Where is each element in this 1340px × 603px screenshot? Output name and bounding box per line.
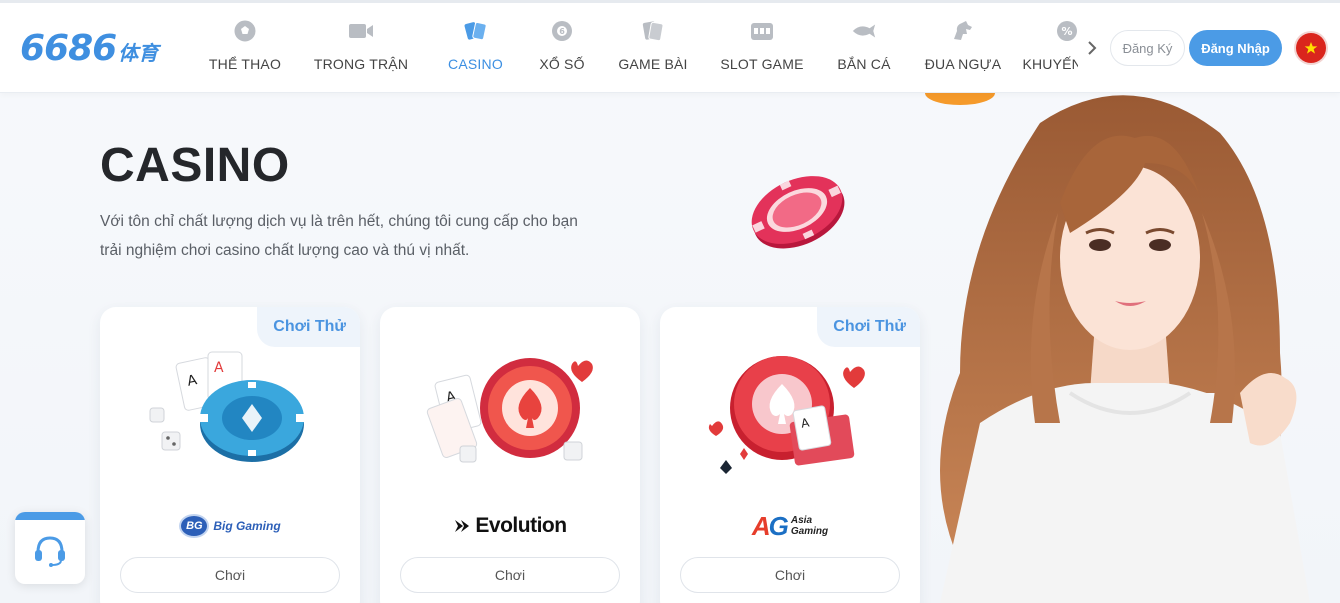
video-camera-icon — [348, 18, 374, 44]
card-game-icon — [640, 18, 666, 44]
page-description: Với tôn chỉ chất lượng dịch vụ là trên h… — [100, 213, 578, 259]
nav-label: GAME BÀI — [618, 56, 688, 72]
playing-cards-icon — [463, 18, 489, 44]
provider-card-asia-gaming[interactable]: Chơi Thử A AG Asia Gaming Chơi — [660, 307, 920, 603]
nav-item-game-bai[interactable]: GAME BÀI — [601, 0, 705, 93]
ag-chip-cards-illustration: A — [708, 356, 865, 474]
provider-name: Evolution — [475, 514, 567, 537]
nav-item-khuyen-mai[interactable]: % KHUYẾN MÃI — [1017, 0, 1078, 93]
nav-label: CASINO — [448, 56, 503, 72]
nav-label: ĐUA NGỰA — [924, 56, 1002, 72]
slot-machine-icon — [749, 18, 775, 44]
nav-label: SLOT GAME — [720, 56, 804, 72]
svg-text:6: 6 — [559, 27, 565, 36]
promotion-icon: % — [1054, 18, 1078, 44]
top-header: 6686 体育 THỂ THAO TRONG TRẬN CASINO 6 XỔ … — [0, 0, 1340, 93]
support-chat-widget[interactable] — [15, 512, 85, 584]
nav-item-slot-game[interactable]: SLOT GAME — [705, 0, 819, 93]
blue-chip-cards-illustration: A A — [149, 351, 304, 462]
nav-label: THỂ THAO — [208, 56, 282, 72]
nav-item-the-thao[interactable]: THỂ THAO — [196, 0, 294, 93]
login-button[interactable]: Đăng Nhập — [1189, 30, 1282, 66]
play-button[interactable]: Chơi — [400, 557, 620, 593]
svg-text:A: A — [214, 360, 224, 376]
trial-badge[interactable]: Chơi Thử — [257, 307, 360, 347]
logo-number: 6686 — [20, 28, 117, 69]
register-button[interactable]: Đăng Ký — [1110, 30, 1185, 66]
provider-name: Big Gaming — [213, 519, 281, 533]
provider-logo-asia-gaming: AG Asia Gaming — [660, 511, 920, 541]
lottery-ball-icon: 6 — [549, 18, 575, 44]
svg-text:%: % — [1061, 25, 1072, 38]
nav-label: BẮN CÁ — [837, 56, 891, 72]
nav-item-casino[interactable]: CASINO — [428, 0, 523, 93]
bg-logo-badge: BG — [179, 514, 210, 538]
poker-chip-decoration — [751, 176, 845, 249]
nav-item-dua-ngua[interactable]: ĐUA NGỰA — [909, 0, 1017, 93]
nav-item-ban-ca[interactable]: BẮN CÁ — [819, 0, 909, 93]
vietnam-flag-icon[interactable] — [1296, 33, 1326, 63]
main-nav: THỂ THAO TRONG TRẬN CASINO 6 XỔ SỐ GAME … — [196, 0, 1078, 93]
chevron-right-icon — [1088, 41, 1097, 55]
provider-card-big-gaming[interactable]: Chơi Thử A A BG Big Gaming Chơi — [100, 307, 360, 603]
site-logo[interactable]: 6686 体育 — [20, 28, 159, 69]
nav-label: XỔ SỐ — [539, 56, 585, 72]
provider-card-evolution[interactable]: A Evolution Chơi — [380, 307, 640, 603]
soccer-ball-icon — [232, 18, 258, 44]
trial-badge[interactable]: Chơi Thử — [817, 307, 920, 347]
provider-logo-big-gaming: BG Big Gaming — [100, 511, 360, 541]
provider-name: Asia Gaming — [790, 515, 829, 537]
provider-logo-evolution: Evolution — [380, 511, 640, 541]
fish-icon — [851, 18, 877, 44]
play-button[interactable]: Chơi — [680, 557, 900, 593]
page-title: CASINO — [100, 139, 290, 192]
nav-label: TRONG TRẬN — [313, 56, 409, 72]
nav-item-xo-so[interactable]: 6 XỔ SỐ — [523, 0, 601, 93]
logo-suffix: 体育 — [118, 41, 159, 65]
play-button[interactable]: Chơi — [120, 557, 340, 593]
nav-scroll-right-button[interactable] — [1082, 36, 1102, 60]
nav-label: KHUYẾN MÃI — [1022, 56, 1078, 72]
promo-model-image — [940, 95, 1310, 603]
red-chip-cards-illustration: A — [426, 358, 593, 463]
ag-logo-badge: AG — [751, 511, 789, 541]
nav-item-trong-tran[interactable]: TRONG TRẬN — [294, 0, 428, 93]
headset-icon — [35, 536, 65, 567]
evolution-logo-icon — [455, 520, 470, 532]
horse-icon — [950, 18, 976, 44]
